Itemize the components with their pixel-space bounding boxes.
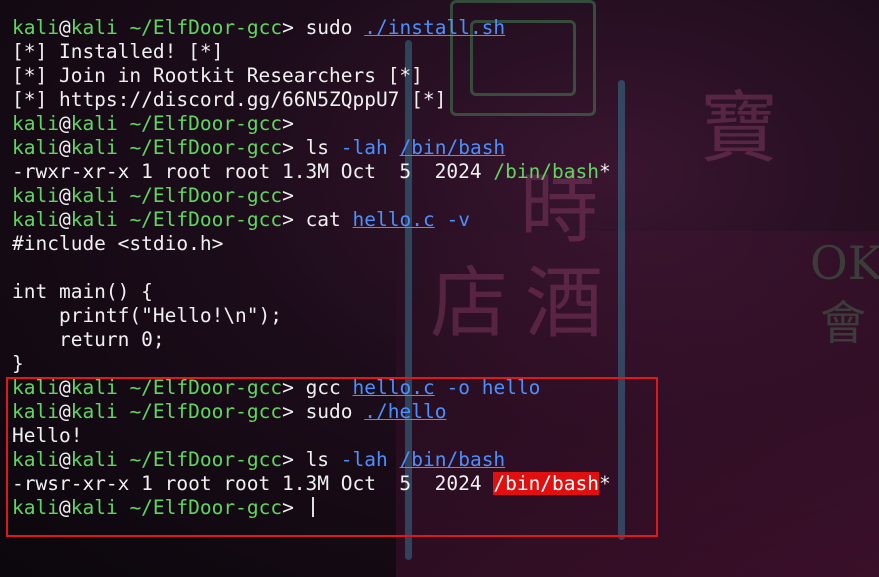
prompt-at: @ (58, 16, 71, 39)
prompt-host: kali (70, 208, 118, 231)
output-text: #include <stdio.h> (12, 232, 224, 255)
prompt-user: kali (12, 184, 59, 207)
output-text: [*] Join in Rootkit Researchers [*] (12, 64, 423, 87)
output-text: int main() { (12, 280, 153, 303)
command-arg: -lah (340, 136, 388, 159)
prompt-user: kali (12, 136, 59, 159)
prompt-user: kali (12, 208, 59, 231)
neon-glyph: OK (810, 236, 879, 290)
ls-entry: -rwxr-xr-x 1 root root 1.3M Oct 5 2024 (12, 160, 494, 183)
prompt-at: @ (58, 184, 71, 207)
prompt-at: @ (58, 112, 71, 135)
prompt-symbol: > (282, 208, 294, 231)
command-arg: ./install.sh (364, 16, 506, 39)
prompt-line: kali@kali ~/ElfDoor-gcc> (12, 184, 611, 208)
prompt-host: kali (70, 16, 118, 39)
prompt-host: kali (70, 136, 118, 159)
output-text: [*] https://discord.gg/66N5ZQppU7 [*] (12, 88, 447, 111)
neon-glyph: 寶 (700, 84, 779, 174)
output-line: printf("Hello!\n"); (12, 304, 611, 328)
output-text: } (12, 352, 24, 375)
command: sudo (305, 16, 353, 39)
prompt-dir: ~/ElfDoor-gcc (129, 16, 283, 39)
output-line: #include <stdio.h> (12, 232, 611, 256)
prompt-at: @ (58, 208, 71, 231)
prompt-host: kali (70, 112, 118, 135)
command-arg: /bin/bash (399, 136, 506, 159)
output-text: return 0; (12, 328, 165, 351)
command-arg: hello.c (352, 208, 435, 231)
output-text: [*] Installed! [*] (12, 40, 224, 63)
command: ls (305, 136, 330, 159)
prompt-user: kali (12, 16, 59, 39)
prompt-dir: ~/ElfDoor-gcc (129, 112, 283, 135)
output-line: return 0; (12, 328, 611, 352)
prompt-dir: ~/ElfDoor-gcc (129, 184, 283, 207)
prompt-at: @ (58, 136, 71, 159)
command: cat (305, 208, 341, 231)
prompt-user: kali (12, 112, 59, 135)
prompt-line: kali@kali ~/ElfDoor-gcc> sudo ./install.… (12, 16, 611, 40)
command-arg: -v (446, 208, 470, 231)
prompt-symbol: > (282, 136, 294, 159)
ls-filename: /bin/bash (493, 160, 600, 183)
neon-glyph: 會 (820, 296, 866, 350)
output-line: } (12, 352, 611, 376)
prompt-line: kali@kali ~/ElfDoor-gcc> (12, 112, 611, 136)
prompt-dir: ~/ElfDoor-gcc (129, 136, 283, 159)
output-line: [*] Installed! [*] (12, 40, 611, 64)
ls-suffix: * (599, 160, 611, 183)
output-text: printf("Hello!\n"); (12, 304, 283, 327)
red-highlight-box (6, 377, 658, 537)
prompt-symbol: > (282, 16, 294, 39)
prompt-line: kali@kali ~/ElfDoor-gcc> ls -lah /bin/ba… (12, 136, 611, 160)
prompt-line: kali@kali ~/ElfDoor-gcc> cat hello.c -v (12, 208, 611, 232)
output-line: -rwxr-xr-x 1 root root 1.3M Oct 5 2024 /… (12, 160, 611, 184)
prompt-dir: ~/ElfDoor-gcc (129, 208, 283, 231)
output-line: [*] https://discord.gg/66N5ZQppU7 [*] (12, 88, 611, 112)
output-line: [*] Join in Rootkit Researchers [*] (12, 64, 611, 88)
prompt-host: kali (70, 184, 118, 207)
output-line: int main() { (12, 280, 611, 304)
prompt-symbol: > (282, 112, 294, 135)
prompt-symbol: > (282, 184, 294, 207)
